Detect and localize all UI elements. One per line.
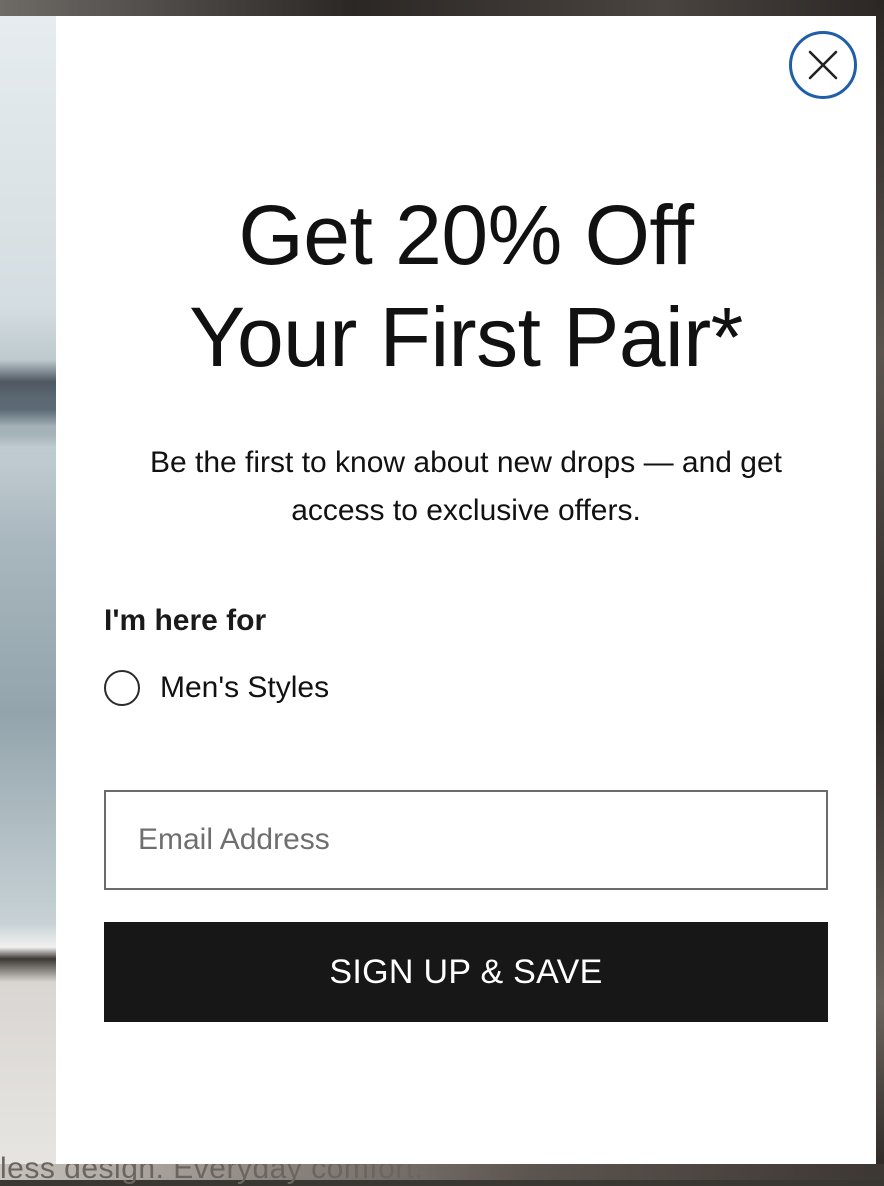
email-input[interactable] — [104, 790, 828, 890]
radio-option-mens-styles[interactable]: Men's Styles — [104, 670, 329, 706]
radio-option-label: Men's Styles — [160, 671, 330, 704]
modal-headline: Get 20% Off Your First Pair* — [56, 184, 876, 388]
close-icon — [808, 50, 838, 80]
background-left-strip — [0, 16, 56, 1180]
background-top-strip — [0, 0, 884, 16]
signup-modal: Get 20% Off Your First Pair* Be the firs… — [56, 16, 876, 1164]
interest-label: I'm here for — [104, 604, 267, 637]
headline-line-1: Get 20% Off — [238, 188, 694, 282]
background-right-strip — [876, 0, 884, 1180]
background-boat — [0, 360, 56, 470]
close-button[interactable] — [789, 31, 857, 99]
headline-line-2: Your First Pair* — [189, 290, 743, 384]
modal-subtext: Be the first to know about new drops — a… — [149, 446, 783, 527]
radio-button[interactable] — [104, 670, 140, 706]
sign-up-save-button[interactable]: SIGN UP & SAVE — [104, 922, 828, 1022]
